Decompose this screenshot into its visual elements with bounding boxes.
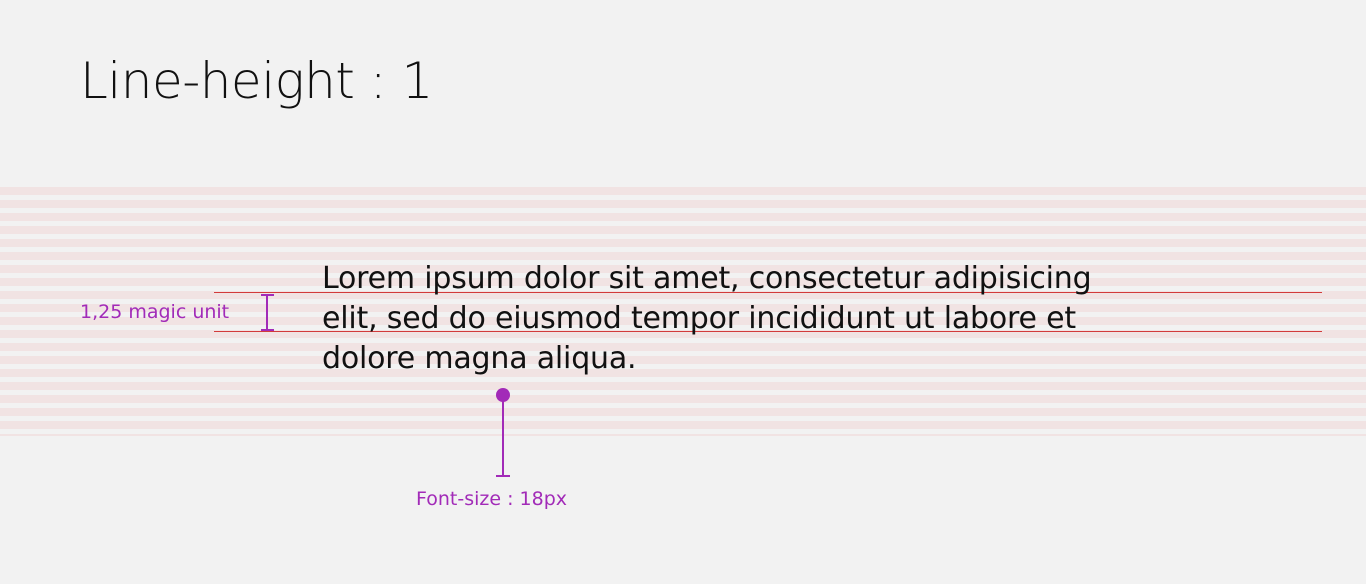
font-size-pointer: [496, 396, 510, 477]
line-height-label: 1,25 magic unit: [80, 301, 230, 323]
font-size-label: Font-size : 18px: [416, 488, 568, 510]
line-height-bracket: [261, 294, 274, 331]
annotation-marks: [261, 294, 510, 477]
font-size-pointer-dot: [496, 388, 510, 402]
